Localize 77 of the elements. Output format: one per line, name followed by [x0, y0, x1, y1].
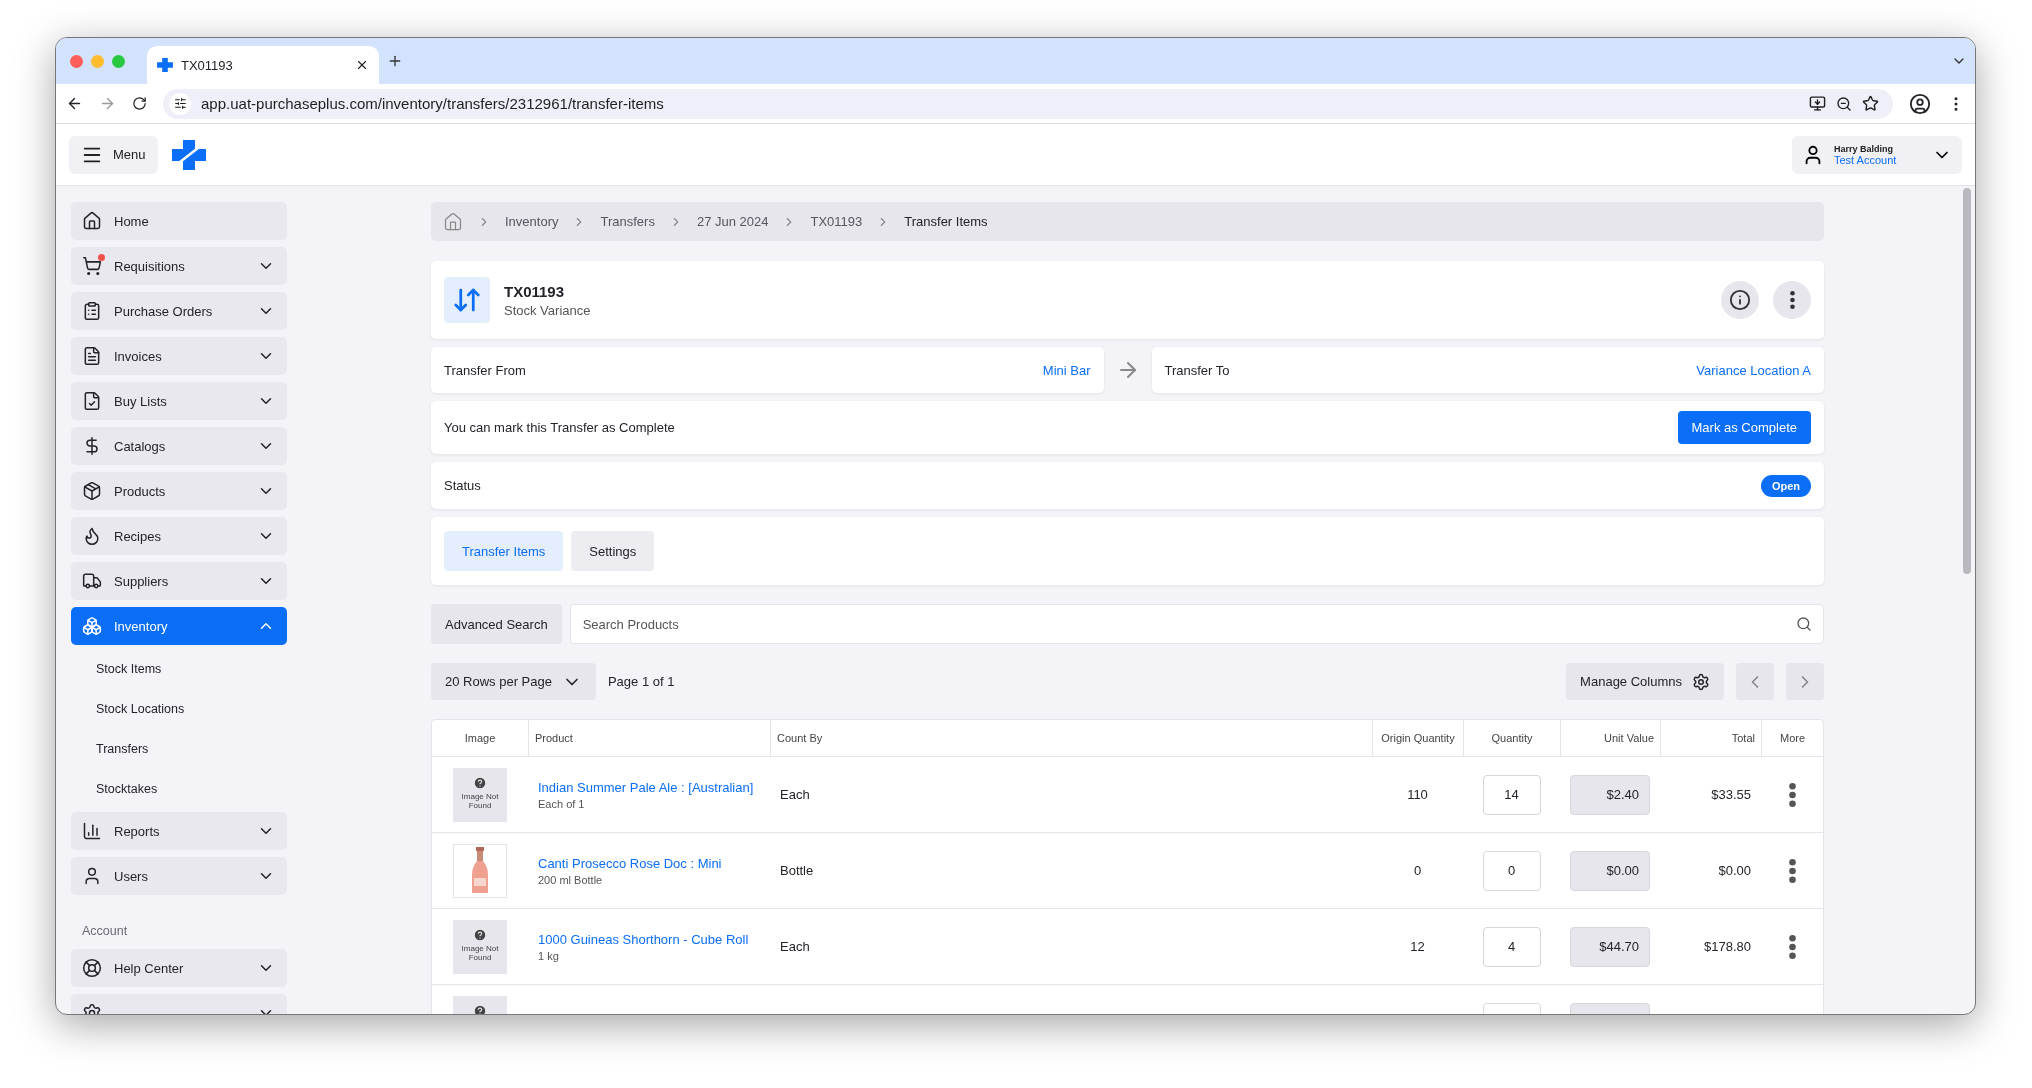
account-button[interactable]: Harry Balding Test Account — [1792, 135, 1962, 174]
sidebar-item[interactable]: Inventory — [71, 607, 287, 645]
location-link[interactable]: Variance Location A — [1696, 362, 1811, 378]
transfer-id: TX01193 — [504, 282, 566, 300]
transfer-type: Stock Variance — [504, 302, 591, 318]
mark-complete-button[interactable]: Mark as Complete — [1677, 411, 1811, 444]
total-value: $178.80 — [1704, 939, 1751, 954]
sidebar-subitem[interactable]: Stocktakes — [71, 772, 287, 805]
sidebar-subitem[interactable]: Transfers — [71, 732, 287, 765]
sidebar-item[interactable]: Home — [71, 202, 287, 240]
browser-tab[interactable]: TX01193 — [147, 46, 379, 84]
rows-per-page-dropdown[interactable]: 20 Rows per Page — [431, 663, 596, 700]
product-size: Each of 1 — [538, 797, 586, 810]
quantity-input[interactable]: 0 — [1482, 850, 1541, 891]
manage-columns-button[interactable]: Manage Columns — [1566, 663, 1724, 700]
breadcrumb-link[interactable]: 27 Jun 2024 — [696, 214, 769, 229]
unit-value-field: $2.40 — [1570, 774, 1650, 815]
section-label: Account — [81, 923, 129, 940]
breadcrumb-link[interactable]: TX01193 — [810, 214, 863, 229]
origin-quantity: 0 — [1413, 863, 1422, 878]
status-badge: Open — [1760, 474, 1811, 497]
menu-button[interactable]: Menu — [69, 135, 158, 174]
sidebar-item[interactable]: Suppliers — [71, 562, 287, 600]
tab[interactable]: Transfer Items — [444, 531, 564, 571]
count-by: Each — [780, 787, 810, 802]
column-header: Origin Quantity — [1372, 720, 1463, 756]
total-value: $0.00 — [1718, 863, 1751, 878]
field-label: Status — [444, 478, 481, 493]
count-by: Each — [780, 939, 810, 954]
sidebar-item[interactable]: Buy Lists — [71, 382, 287, 420]
sidebar-item[interactable]: Catalogs — [71, 427, 287, 465]
advanced-search-button[interactable]: Advanced Search — [431, 604, 562, 644]
sidebar-item[interactable]: Requisitions — [71, 247, 287, 285]
product-size: 200 ml Bottle — [538, 873, 604, 886]
column-header: Product — [528, 720, 770, 756]
user-name: Harry Balding — [1834, 143, 1894, 154]
placeholder-text: Image Not Found — [460, 791, 500, 810]
product-link[interactable]: 1000 Guineas Shorthorn - Cube Roll — [538, 931, 749, 947]
column-header: Total — [1660, 720, 1761, 756]
breadcrumb-link[interactable]: Inventory — [505, 214, 559, 229]
address-bar[interactable]: app.uat-purchaseplus.com/inventory/transfers/2312961/transfer-items — [163, 88, 1893, 119]
quantity-input[interactable]: 14 — [1482, 774, 1541, 815]
total-value: $33.55 — [1711, 787, 1751, 802]
column-header: More — [1761, 720, 1823, 756]
unit-value-field: $44.70 — [1570, 926, 1650, 967]
sidebar-item[interactable]: Reports — [71, 812, 287, 850]
tab[interactable]: Settings — [571, 531, 655, 571]
column-header: Count By — [770, 720, 1372, 756]
origin-quantity: 12 — [1410, 939, 1425, 954]
field-label: Transfer To — [1164, 362, 1230, 378]
sidebar-subitem[interactable]: Stock Locations — [71, 692, 287, 725]
breadcrumb-link[interactable]: Transfers — [600, 214, 655, 229]
sidebar-item[interactable]: Purchase Orders — [71, 292, 287, 330]
count-by: Bottle — [780, 863, 814, 878]
sidebar-item[interactable]: Help Center — [71, 949, 287, 987]
product-size: 1 kg — [538, 949, 560, 962]
product-link[interactable]: Canti Prosecco Rose Doc : Mini — [538, 855, 722, 871]
sidebar-item[interactable]: Invoices — [71, 337, 287, 375]
column-header: Image — [463, 731, 497, 746]
location-link[interactable]: Mini Bar — [1042, 362, 1091, 378]
product-link[interactable]: Indian Summer Pale Ale : [Australian] — [538, 779, 754, 795]
search-field[interactable]: Search Products — [569, 604, 1824, 644]
account-name: Test Account — [1834, 153, 1898, 166]
origin-quantity: 110 — [1407, 787, 1428, 802]
sidebar-item[interactable]: Products — [71, 472, 287, 510]
sidebar-item[interactable]: Recipes — [71, 517, 287, 555]
sidebar-subitem[interactable]: Stock Items — [71, 652, 287, 685]
column-header: Unit Value — [1560, 720, 1660, 756]
placeholder-text: Image Not Found — [460, 943, 500, 962]
column-header: Quantity — [1463, 720, 1560, 756]
unit-value-field: $0.00 — [1570, 850, 1650, 891]
breadcrumb-link[interactable]: Transfer Items — [904, 214, 988, 229]
sidebar-item[interactable]: Users — [71, 857, 287, 895]
complete-message: You can mark this Transfer as Complete — [444, 420, 675, 435]
quantity-input[interactable]: 4 — [1482, 926, 1541, 967]
page-indicator: Page 1 of 1 — [607, 674, 675, 689]
field-label: Transfer From — [444, 362, 526, 378]
